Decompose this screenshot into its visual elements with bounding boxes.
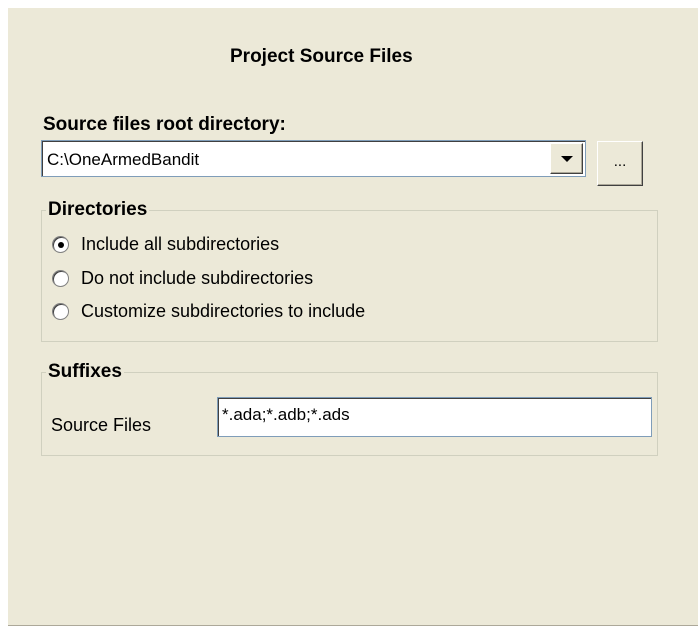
- radio-button[interactable]: [52, 302, 69, 320]
- root-directory-combo[interactable]: C:\OneArmedBandit: [41, 140, 586, 177]
- combo-dropdown-button[interactable]: [550, 143, 583, 174]
- radio-label[interactable]: Include all subdirectories: [81, 234, 279, 255]
- radio-label[interactable]: Do not include subdirectories: [81, 268, 313, 289]
- page-title: Project Source Files: [230, 46, 413, 67]
- radio-label[interactable]: Customize subdirectories to include: [81, 301, 365, 322]
- radio-do-not-include[interactable]: Do not include subdirectories: [52, 265, 313, 291]
- suffixes-group: Suffixes Source Files *.ada;*.adb;*.ads: [41, 361, 658, 456]
- directories-legend: Directories: [46, 199, 150, 221]
- source-files-label: Source Files: [51, 415, 152, 435]
- radio-button[interactable]: [52, 269, 69, 287]
- radio-button-checked[interactable]: [52, 235, 69, 253]
- source-files-suffix-input[interactable]: *.ada;*.adb;*.ads: [217, 397, 652, 437]
- directories-group: Directories Include all subdirectories D…: [41, 199, 658, 342]
- browse-button[interactable]: ...: [597, 141, 643, 186]
- chevron-down-icon: [561, 156, 573, 162]
- suffixes-legend: Suffixes: [46, 361, 124, 383]
- root-directory-label: Source files root directory:: [43, 114, 286, 135]
- radio-include-all[interactable]: Include all subdirectories: [52, 231, 279, 257]
- bottom-divider-highlight: [8, 626, 698, 627]
- radio-customize[interactable]: Customize subdirectories to include: [52, 298, 365, 324]
- root-directory-value[interactable]: C:\OneArmedBandit: [47, 150, 199, 170]
